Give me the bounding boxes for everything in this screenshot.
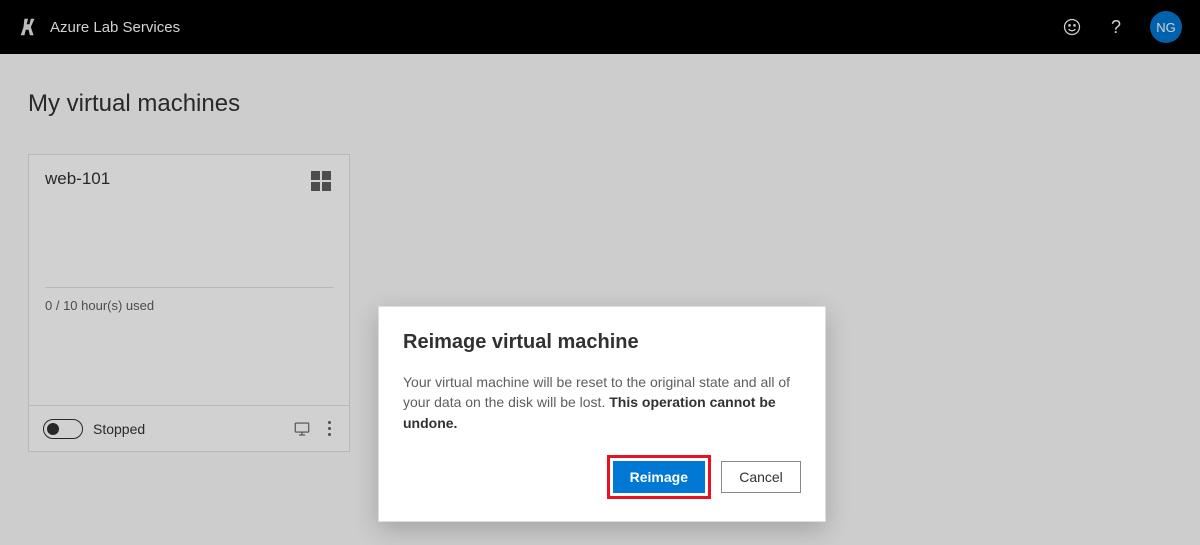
dialog-body: Your virtual machine will be reset to th… bbox=[403, 372, 801, 433]
dialog-title: Reimage virtual machine bbox=[403, 331, 801, 354]
dialog-footer: Reimage Cancel bbox=[403, 455, 801, 499]
reimage-button[interactable]: Reimage bbox=[613, 461, 705, 493]
reimage-dialog: Reimage virtual machine Your virtual mac… bbox=[378, 306, 826, 522]
cancel-button[interactable]: Cancel bbox=[721, 461, 801, 493]
reimage-highlight: Reimage bbox=[607, 455, 711, 499]
